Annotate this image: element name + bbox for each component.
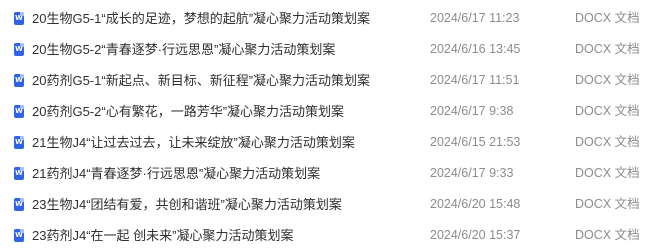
file-name[interactable]: 20药剂G5-2“心有繁花，一路芳华”凝心聚力活动策划案 [32,103,344,120]
word-doc-icon: W [14,105,24,118]
word-doc-icon: W [14,74,24,87]
file-name[interactable]: 20药剂G5-1“新起点、新目标、新征程”凝心聚力活动策划案 [32,72,370,89]
file-row[interactable]: W 20药剂G5-1“新起点、新目标、新征程”凝心聚力活动策划案 2024/6/… [0,65,648,96]
word-doc-icon: W [14,136,24,149]
word-doc-icon: W [14,198,24,211]
file-type: DOCX 文档 [575,228,640,242]
file-type: DOCX 文档 [575,166,640,180]
file-row[interactable]: W 23生物J4“团结有爱，共创和谐班”凝心聚力活动策划案 2024/6/20 … [0,189,648,220]
file-name[interactable]: 21生物J4“让过去过去，让未来绽放”凝心聚力活动策划案 [32,134,355,151]
file-type: DOCX 文档 [575,197,640,211]
file-type: DOCX 文档 [575,73,640,87]
file-type: DOCX 文档 [575,104,640,118]
file-modified-date: 2024/6/20 15:37 [430,228,521,242]
file-row[interactable]: W 23药剂J4“在一起 创未来”凝心聚力活动策划案 2024/6/20 15:… [0,220,648,251]
word-doc-icon: W [14,12,24,25]
file-name[interactable]: 23药剂J4“在一起 创未来”凝心聚力活动策划案 [32,227,293,244]
file-list: W 20生物G5-1“成长的足迹，梦想的起航”凝心聚力活动策划案 2024/6/… [0,0,648,252]
word-doc-icon: W [14,167,24,180]
file-row[interactable]: W 20生物G5-2“青春逐梦·行远思恩”凝心聚力活动策划案 2024/6/16… [0,34,648,65]
word-doc-icon: W [14,229,24,242]
file-name[interactable]: 20生物G5-2“青春逐梦·行远思恩”凝心聚力活动策划案 [32,41,335,58]
file-modified-date: 2024/6/16 13:45 [430,42,521,56]
file-row[interactable]: W 21生物J4“让过去过去，让未来绽放”凝心聚力活动策划案 2024/6/15… [0,127,648,158]
word-doc-icon: W [14,43,24,56]
file-type: DOCX 文档 [575,135,640,149]
file-row[interactable]: W 21药剂J4“青春逐梦·行远思恩”凝心聚力活动策划案 2024/6/17 9… [0,158,648,189]
file-modified-date: 2024/6/20 15:48 [430,197,521,211]
file-modified-date: 2024/6/17 11:23 [430,11,520,25]
file-modified-date: 2024/6/17 9:38 [430,104,514,118]
file-name[interactable]: 20生物G5-1“成长的足迹，梦想的起航”凝心聚力活动策划案 [32,10,370,27]
file-modified-date: 2024/6/15 21:53 [430,135,521,149]
file-modified-date: 2024/6/17 9:33 [430,166,514,180]
file-type: DOCX 文档 [575,42,640,56]
file-name[interactable]: 23生物J4“团结有爱，共创和谐班”凝心聚力活动策划案 [32,196,342,213]
file-name[interactable]: 21药剂J4“青春逐梦·行远思恩”凝心聚力活动策划案 [32,165,320,182]
file-row[interactable]: W 20生物G5-1“成长的足迹，梦想的起航”凝心聚力活动策划案 2024/6/… [0,3,648,34]
file-modified-date: 2024/6/17 11:51 [430,73,520,87]
file-type: DOCX 文档 [575,11,640,25]
file-row[interactable]: W 20药剂G5-2“心有繁花，一路芳华”凝心聚力活动策划案 2024/6/17… [0,96,648,127]
